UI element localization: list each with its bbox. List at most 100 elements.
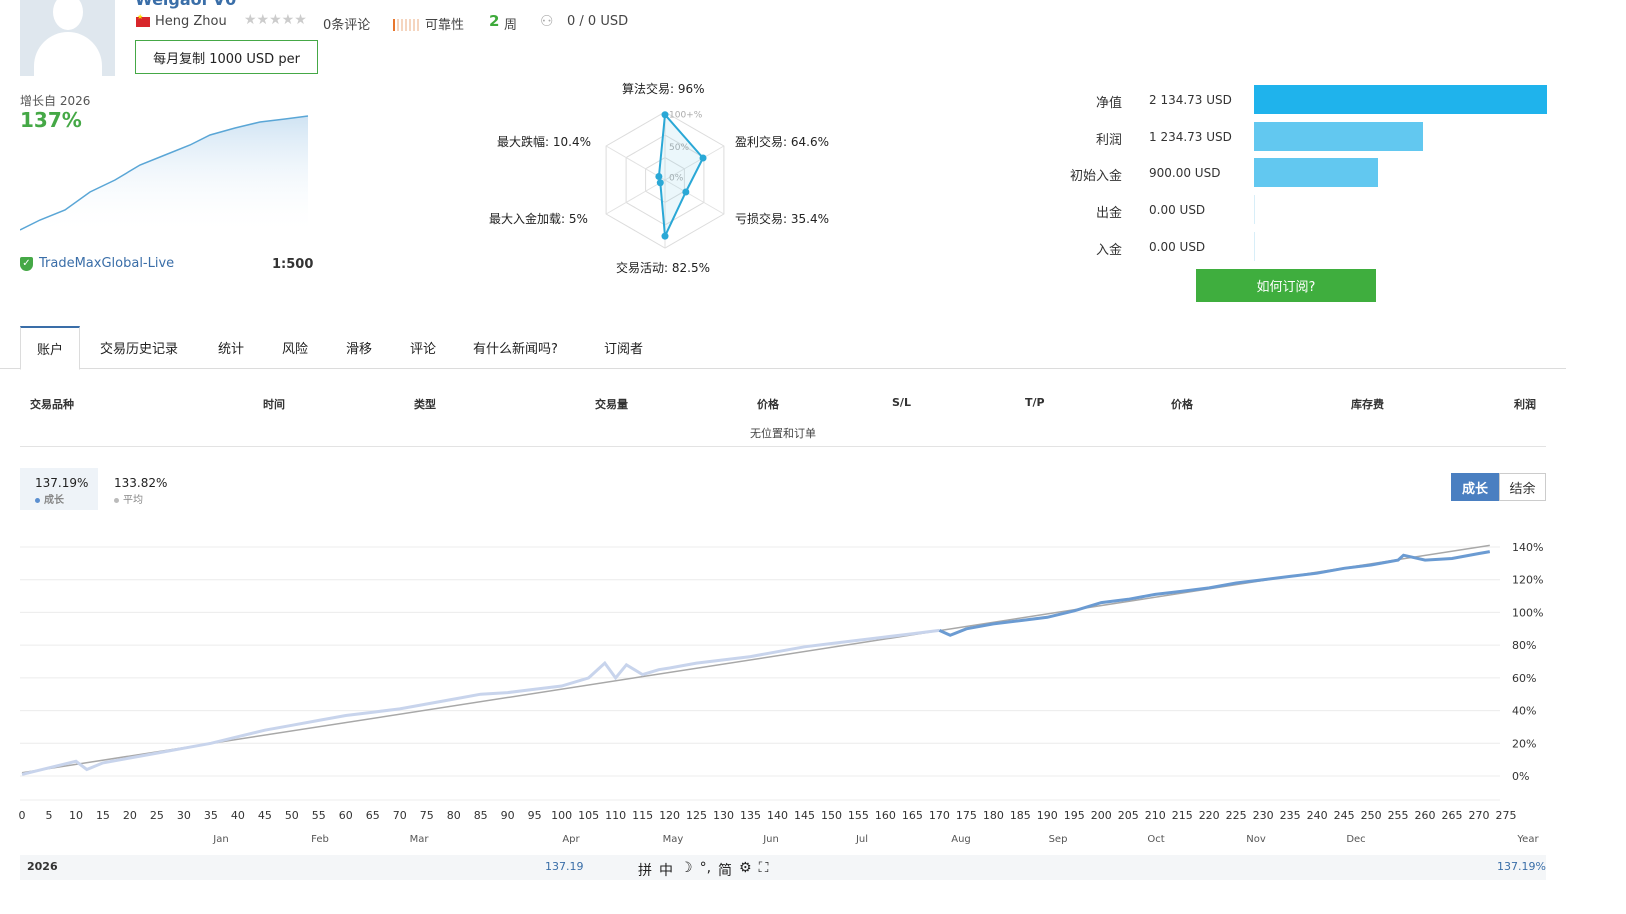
ime-button-icon[interactable]: ⛶ — [759, 860, 769, 880]
month-label: May — [663, 834, 684, 845]
subscribers-icon: ⚇ — [540, 12, 554, 30]
financial-bar — [1254, 85, 1547, 114]
table-column-header[interactable]: 价格 — [1171, 396, 1193, 412]
radar-chart: 100+%50%0% — [605, 110, 725, 249]
x-tick-label: 80 — [447, 809, 461, 822]
ime-button-icon[interactable]: ☽ — [680, 860, 693, 880]
x-tick-label: 40 — [231, 809, 245, 822]
how-to-subscribe-button[interactable]: 如何订阅? — [1196, 269, 1376, 302]
tabs-divider — [0, 368, 1566, 369]
x-tick-label: 200 — [1091, 809, 1112, 822]
table-column-header[interactable]: 利润 — [1514, 396, 1536, 412]
table-column-header[interactable]: 时间 — [263, 396, 285, 412]
tab-1[interactable]: 交易历史记录 — [100, 326, 178, 368]
month-label: Apr — [562, 834, 580, 845]
x-tick-label: 5 — [45, 809, 52, 822]
financial-value: 2 134.73 USD — [1149, 93, 1232, 107]
x-tick-label: 185 — [1010, 809, 1031, 822]
month-label: Feb — [311, 834, 329, 845]
tab-4[interactable]: 滑移 — [346, 326, 372, 368]
avatar-head-shape — [53, 0, 83, 30]
table-column-header[interactable]: 交易量 — [595, 396, 628, 412]
radar-point — [656, 179, 664, 187]
ime-button-icon[interactable]: 拼 — [638, 860, 652, 880]
tab-5[interactable]: 评论 — [410, 326, 436, 368]
table-column-header[interactable]: 库存费 — [1351, 396, 1384, 412]
x-tick-label: 160 — [875, 809, 896, 822]
x-tick-label: 130 — [713, 809, 734, 822]
month-label: Oct — [1147, 834, 1164, 845]
table-divider — [20, 446, 1546, 447]
x-tick-label: 155 — [848, 809, 869, 822]
growth-chart-month-labels: Jan Feb Mar Apr May Jun Jul Aug Sep Oct Nov Dec Year — [212, 834, 1539, 845]
growth-chart: 140% 120% 100% 80% 60% 40% 20% 0% 0 5 10 15 20 25 30 3… — [19, 541, 1544, 845]
radar-label-profit: 盈利交易: 64.6% — [735, 135, 829, 149]
x-tick-label: 215 — [1172, 809, 1193, 822]
tab-0[interactable]: 账户 — [20, 326, 80, 370]
y-tick-label: 20% — [1512, 737, 1536, 750]
broker-server[interactable]: ✓ TradeMaxGlobal-Live — [20, 256, 174, 271]
signal-title[interactable]: Weigaol V0 — [135, 0, 236, 9]
tab-2[interactable]: 统计 — [218, 326, 244, 368]
table-column-header[interactable]: 类型 — [414, 396, 436, 412]
y-tick-label: 100% — [1512, 606, 1543, 619]
ime-button-icon[interactable]: ⚙ — [739, 860, 752, 880]
financial-bar — [1254, 121, 1424, 151]
radar-tick-label: 100+% — [669, 110, 703, 120]
average-stat-box[interactable]: 133.82% 平均 — [99, 468, 179, 510]
reviews-link[interactable]: 0条评论 — [323, 14, 370, 33]
table-column-header[interactable]: T/P — [1025, 396, 1045, 409]
x-tick-label: 20 — [123, 809, 137, 822]
growth-stat-box[interactable]: 137.19% 成长 — [20, 468, 98, 510]
tab-7[interactable]: 订阅者 — [604, 326, 643, 368]
y-tick-label: 40% — [1512, 705, 1536, 718]
x-tick-label: 15 — [96, 809, 110, 822]
x-tick-label: 175 — [956, 809, 977, 822]
ime-button-icon[interactable]: °, — [700, 860, 711, 880]
table-column-header[interactable]: S/L — [892, 396, 911, 409]
x-tick-label: 195 — [1064, 809, 1085, 822]
ime-button-icon[interactable]: 中 — [659, 860, 673, 880]
ime-button-icon[interactable]: 简 — [718, 860, 732, 880]
x-tick-label: 250 — [1361, 809, 1382, 822]
reliability-bar — [393, 19, 395, 31]
broker-name[interactable]: TradeMaxGlobal-Live — [39, 256, 174, 271]
x-tick-label: 115 — [632, 809, 653, 822]
x-tick-label: 120 — [659, 809, 680, 822]
average-stat-value: 133.82% — [114, 476, 168, 490]
radar-label-algo: 算法交易: 96% — [622, 82, 705, 96]
month-label: Jul — [855, 834, 868, 845]
growth-chart-grid — [20, 546, 1500, 801]
table-column-header[interactable]: 价格 — [757, 396, 779, 412]
avatar-body-shape — [34, 32, 102, 76]
financial-label: 净值 — [1095, 96, 1122, 111]
reliability-bar — [413, 19, 415, 31]
radar-label-activity: 交易活动: 82.5% — [616, 261, 710, 275]
toggle-balance-button[interactable]: 结余 — [1499, 473, 1546, 501]
month-label: Sep — [1049, 834, 1068, 845]
x-tick-label: 205 — [1118, 809, 1139, 822]
month-label: Jun — [762, 834, 779, 845]
financial-label: 入金 — [1095, 242, 1122, 258]
toggle-growth-button[interactable]: 成长 — [1451, 473, 1499, 501]
copy-subscribe-button[interactable]: 每月复制 1000 USD per — [135, 40, 318, 74]
growth-caption: 增长自 2026 — [20, 94, 91, 108]
financial-label: 出金 — [1095, 206, 1122, 222]
financial-label: 利润 — [1095, 132, 1122, 148]
table-column-header[interactable]: 交易品种 — [30, 396, 74, 412]
x-tick-label: 220 — [1199, 809, 1220, 822]
month-label: Mar — [410, 834, 430, 845]
financial-value: 900.00 USD — [1149, 166, 1221, 181]
tab-3[interactable]: 风险 — [282, 326, 308, 368]
x-tick-label: 30 — [177, 809, 191, 822]
author-name[interactable]: Heng Zhou — [155, 14, 227, 29]
reliability-bar — [409, 19, 411, 31]
average-stat-label: 平均 — [114, 491, 143, 506]
growth-chart-y-ticks: 140% 120% 100% 80% 60% 40% 20% 0% — [1512, 541, 1543, 783]
x-tick-label: 255 — [1388, 809, 1409, 822]
weeks-value: 2 — [489, 12, 500, 30]
china-flag-icon — [136, 13, 150, 27]
x-tick-label: 75 — [420, 809, 434, 822]
ime-toolbar[interactable]: 拼中 ☽ °, 简 ⚙ ⛶ — [638, 860, 768, 880]
tab-6[interactable]: 有什么新闻吗? — [473, 326, 558, 368]
